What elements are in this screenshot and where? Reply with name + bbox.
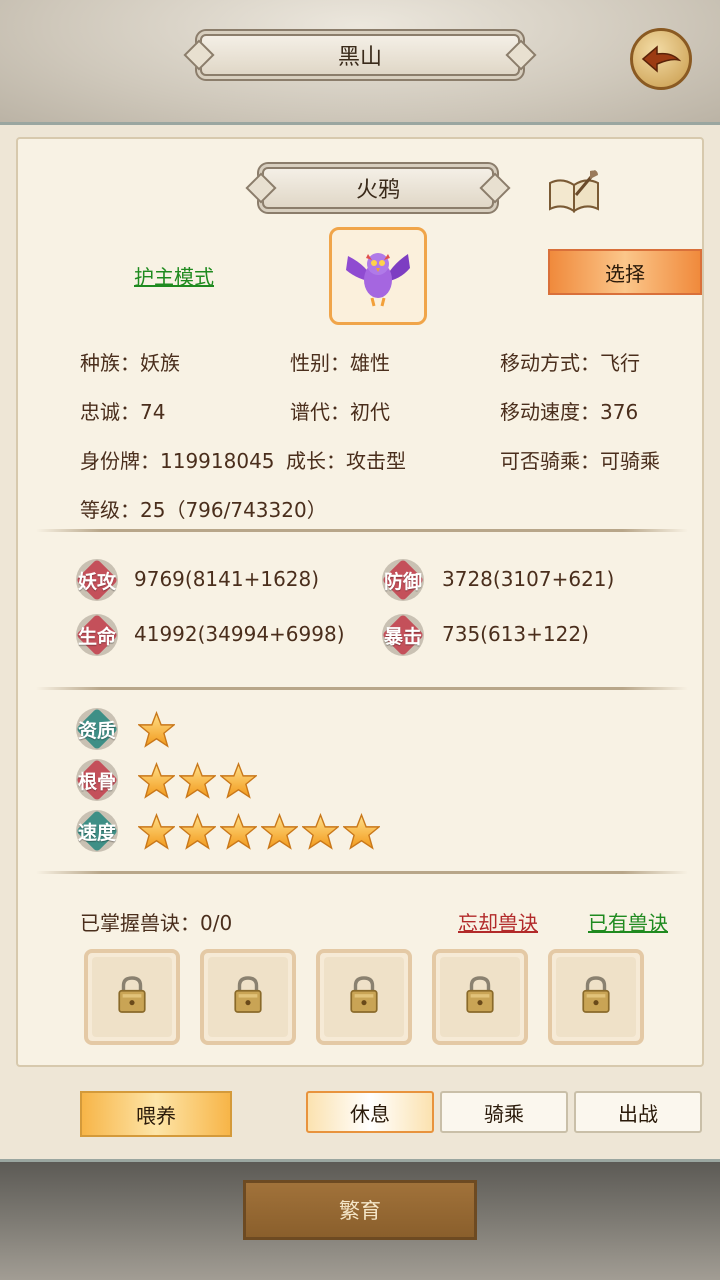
attack-badge: 妖攻 <box>75 558 119 602</box>
skill-slot[interactable] <box>200 949 296 1045</box>
rideable-text: 可否骑乘：可骑乘 <box>500 449 660 473</box>
star-icon <box>136 761 177 799</box>
rest-button[interactable]: 休息 <box>306 1091 434 1133</box>
pet-name-plaque: 火鸦 <box>262 167 494 209</box>
root-bone-stars <box>136 761 259 799</box>
aptitude-stars <box>136 710 177 748</box>
forget-skill-link[interactable]: 忘却兽诀 <box>458 907 538 936</box>
race-text: 种族：妖族 <box>80 351 180 375</box>
crit-value: 735(613+122) <box>442 622 589 646</box>
padlock-icon <box>231 974 265 1020</box>
skill-slot[interactable] <box>432 949 528 1045</box>
growth-text: 成长：攻击型 <box>286 449 406 473</box>
crit-badge: 暴击 <box>381 613 425 657</box>
move-type-text: 移动方式：飞行 <box>500 351 640 375</box>
id-tag-text: 身份牌：119918045 <box>80 449 275 473</box>
select-button[interactable]: 选择 <box>548 249 702 295</box>
defense-badge: 防御 <box>381 558 425 602</box>
guard-mode-link[interactable]: 护主模式 <box>134 261 214 290</box>
level-text: 等级：25（796/743320） <box>80 498 327 522</box>
padlock-icon <box>579 974 613 1020</box>
hp-value: 41992(34994+6998) <box>134 622 345 646</box>
skill-slot[interactable] <box>316 949 412 1045</box>
battle-button[interactable]: 出战 <box>574 1091 702 1133</box>
divider <box>36 687 688 690</box>
pet-portrait[interactable] <box>329 227 427 325</box>
padlock-icon <box>347 974 381 1020</box>
speed-badge: 速度 <box>75 809 119 853</box>
location-title-text: 黑山 <box>337 45 382 70</box>
divider <box>36 871 688 874</box>
location-title: 黑山 <box>200 34 520 76</box>
star-icon <box>341 812 382 850</box>
loyalty-text: 忠诚：74 <box>80 400 166 424</box>
skill-slot[interactable] <box>84 949 180 1045</box>
attack-value: 9769(8141+1628) <box>134 567 320 591</box>
star-icon <box>177 812 218 850</box>
star-icon <box>177 761 218 799</box>
move-speed-text: 移动速度：376 <box>500 400 639 424</box>
defense-value: 3728(3107+621) <box>442 567 615 591</box>
star-icon <box>300 812 341 850</box>
fire-crow-icon <box>346 253 410 307</box>
breed-button[interactable]: 繁育 <box>243 1180 477 1240</box>
root-bone-badge: 根骨 <box>75 758 119 802</box>
padlock-icon <box>115 974 149 1020</box>
divider <box>36 529 688 532</box>
hp-badge: 生命 <box>75 613 119 657</box>
gender-text: 性别：雄性 <box>290 351 390 375</box>
pet-name: 火鸦 <box>355 178 400 203</box>
star-icon <box>136 812 177 850</box>
padlock-icon <box>463 974 497 1020</box>
back-button[interactable] <box>630 28 692 90</box>
book-quill-icon[interactable] <box>546 167 602 215</box>
ride-button[interactable]: 骑乘 <box>440 1091 568 1133</box>
pet-detail-panel: 火鸦 护主模式 选择 种族：妖族 性别：雄性 移动方式：飞行 忠诚：74 谱代：… <box>0 122 720 1162</box>
skills-count-text: 已掌握兽诀：0/0 <box>80 911 233 935</box>
skill-slot[interactable] <box>548 949 644 1045</box>
pet-info-card: 火鸦 护主模式 选择 种族：妖族 性别：雄性 移动方式：飞行 忠诚：74 谱代：… <box>16 137 704 1067</box>
star-icon <box>218 761 259 799</box>
feed-button[interactable]: 喂养 <box>80 1091 232 1137</box>
star-icon <box>136 710 177 748</box>
aptitude-badge: 资质 <box>75 707 119 751</box>
speed-stars <box>136 812 382 850</box>
star-icon <box>218 812 259 850</box>
owned-skills-link[interactable]: 已有兽诀 <box>588 907 668 936</box>
back-arrow-icon <box>641 45 681 73</box>
generation-text: 谱代：初代 <box>290 400 390 424</box>
star-icon <box>259 812 300 850</box>
